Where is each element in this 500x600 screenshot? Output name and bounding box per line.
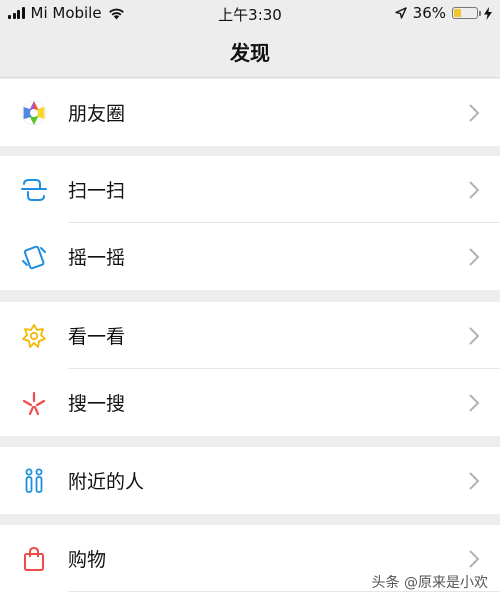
menu-label-shopping: 购物 [68,549,107,571]
chevron-right-icon [469,472,480,490]
menu-label-shake: 摇一摇 [68,247,126,269]
nav-bar: 发现 [0,26,500,78]
menu-group-stories-search: 看一看 搜一搜 [0,302,500,436]
chevron-right-icon [469,394,480,412]
page-title: 发现 [230,41,270,65]
location-arrow-icon [394,7,407,19]
menu-item-top-stories[interactable]: 看一看 [0,302,500,369]
menu-label-moments: 朋友圈 [68,103,126,125]
watermark-text: 头条 @原来是小欢 [371,575,488,591]
scan-icon [21,179,47,201]
menu-label-scan: 扫一扫 [68,180,126,202]
menu-item-shake[interactable]: 摇一摇 [0,223,500,290]
menu-group-moments: 朋友圈 [0,79,500,146]
menu-item-search[interactable]: 搜一搜 [0,369,500,436]
shopping-bag-icon [24,546,44,571]
search-spark-icon [22,391,46,416]
chevron-right-icon [469,104,480,122]
chevron-right-icon [469,248,480,266]
top-stories-icon [22,324,46,348]
menu-label-search: 搜一搜 [68,393,126,415]
people-nearby-icon [25,468,43,493]
charging-bolt-icon [484,6,492,20]
menu-item-people-nearby[interactable]: 附近的人 [0,447,500,514]
chevron-right-icon [469,550,480,568]
battery-percent: 36% [412,4,446,22]
menu-item-scan[interactable]: 扫一扫 [0,156,500,223]
moments-aperture-icon [21,100,47,126]
chevron-right-icon [469,181,480,199]
status-bar: Mi Mobile 上午3:30 36% [0,0,500,26]
shake-phone-icon [22,245,46,270]
menu-label-top-stories: 看一看 [68,326,126,348]
menu-label-people-nearby: 附近的人 [68,471,145,493]
watermark: 头条 @原来是小欢 [372,572,488,592]
battery-fill [454,9,462,17]
menu-item-moments[interactable]: 朋友圈 [0,79,500,146]
chevron-right-icon [469,327,480,345]
battery-icon [452,7,481,19]
menu-group-scan-shake: 扫一扫 摇一摇 [0,156,500,290]
menu-group-nearby: 附近的人 [0,447,500,514]
